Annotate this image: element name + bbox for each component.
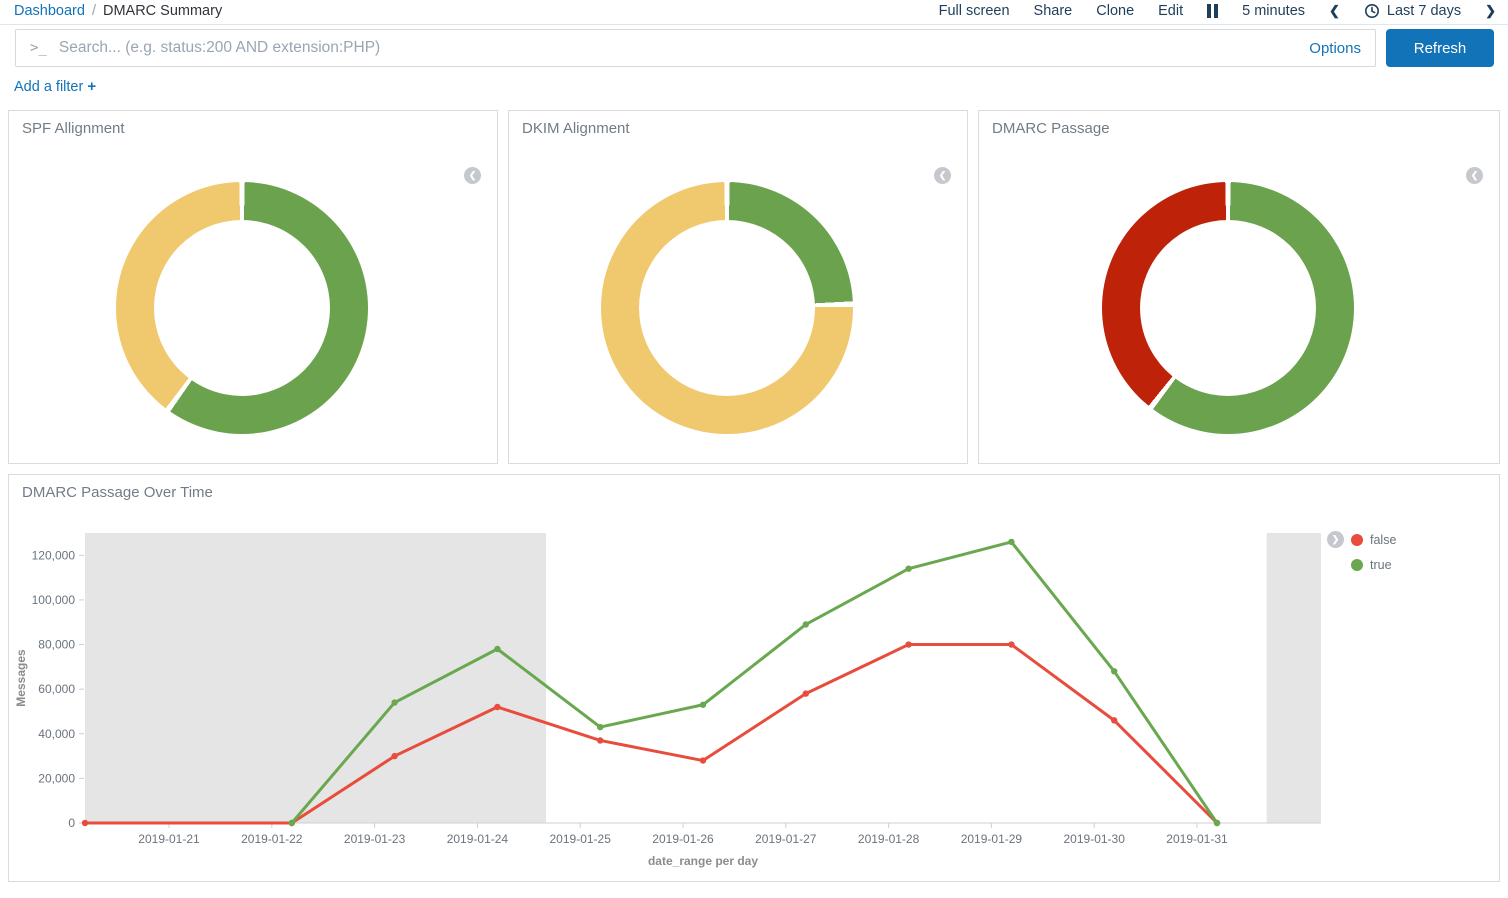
- donut-hole: [154, 220, 330, 396]
- legend-item-false[interactable]: false: [1370, 533, 1396, 547]
- donut-hole: [639, 220, 815, 396]
- time-back-chevron-icon[interactable]: ❮: [1329, 3, 1340, 19]
- svg-text:2019-01-22: 2019-01-22: [241, 832, 303, 846]
- clone-button[interactable]: Clone: [1096, 3, 1134, 19]
- add-filter-link[interactable]: Add a filter +: [14, 79, 96, 95]
- svg-text:date_range per day: date_range per day: [648, 854, 758, 868]
- console-prompt-icon: >_: [30, 40, 47, 56]
- spf-donut-chart[interactable]: [116, 182, 368, 434]
- legend-item-true[interactable]: true: [1370, 558, 1392, 572]
- refresh-interval-button[interactable]: 5 minutes: [1242, 3, 1305, 19]
- svg-text:2019-01-31: 2019-01-31: [1166, 832, 1228, 846]
- breadcrumb-dashboard-link[interactable]: Dashboard: [14, 3, 85, 19]
- time-range-label: Last 7 days: [1387, 3, 1461, 19]
- donut-hole: [1140, 220, 1316, 396]
- svg-text:60,000: 60,000: [38, 682, 75, 696]
- edit-button[interactable]: Edit: [1158, 3, 1183, 19]
- svg-text:2019-01-25: 2019-01-25: [550, 832, 612, 846]
- panel-title: DKIM Alignment: [522, 120, 630, 137]
- add-filter-label: Add a filter: [14, 79, 83, 95]
- clock-icon: [1364, 3, 1380, 19]
- nav-actions: Full screen Share Clone Edit 5 minutes ❮…: [939, 3, 1496, 19]
- panel-title: SPF Allignment: [22, 120, 125, 137]
- legend-expand-button[interactable]: ❯: [1327, 531, 1344, 548]
- donut-panels-row: SPF Allignment ❮ DKIM Alignment ❮ DMARC …: [8, 110, 1500, 464]
- filter-bar: Add a filter +: [0, 67, 1508, 108]
- line-chart-svg[interactable]: 0 20,000 40,000 60,000 80,000 100,000 120,000 2…: [9, 475, 1499, 881]
- dkim-donut-chart[interactable]: [601, 182, 853, 434]
- share-button[interactable]: Share: [1034, 3, 1073, 19]
- panel-spf-alignment: SPF Allignment ❮: [8, 110, 498, 464]
- svg-text:20,000: 20,000: [38, 771, 75, 785]
- search-box[interactable]: >_ Options: [15, 29, 1376, 67]
- svg-text:40,000: 40,000: [38, 727, 75, 741]
- svg-text:80,000: 80,000: [38, 638, 75, 652]
- pause-icon[interactable]: [1207, 4, 1218, 18]
- svg-text:Messages: Messages: [14, 649, 28, 707]
- legend-collapse-button[interactable]: ❮: [464, 167, 481, 184]
- query-bar: >_ Options Refresh: [15, 29, 1494, 67]
- panel-dmarc-passage: DMARC Passage ❮: [978, 110, 1500, 464]
- page-title: DMARC Summary: [103, 3, 222, 19]
- plus-icon: +: [87, 78, 96, 95]
- panel-dkim-alignment: DKIM Alignment ❮: [508, 110, 968, 464]
- svg-text:2019-01-23: 2019-01-23: [344, 832, 406, 846]
- svg-text:2019-01-21: 2019-01-21: [138, 832, 200, 846]
- time-range-picker[interactable]: Last 7 days: [1364, 3, 1461, 19]
- svg-text:2019-01-24: 2019-01-24: [447, 832, 509, 846]
- svg-text:2019-01-29: 2019-01-29: [961, 832, 1023, 846]
- line-chart-legend: ❯ false true: [1327, 531, 1396, 582]
- breadcrumb: Dashboard / DMARC Summary: [14, 3, 222, 19]
- options-link[interactable]: Options: [1309, 40, 1361, 57]
- legend-collapse-button[interactable]: ❮: [1466, 167, 1483, 184]
- svg-text:2019-01-28: 2019-01-28: [858, 832, 920, 846]
- legend-dot-true: [1351, 559, 1363, 571]
- svg-text:2019-01-26: 2019-01-26: [652, 832, 714, 846]
- svg-text:0: 0: [68, 816, 75, 830]
- legend-collapse-button[interactable]: ❮: [934, 167, 951, 184]
- top-nav-bar: Dashboard / DMARC Summary Full screen Sh…: [0, 0, 1508, 25]
- svg-text:2019-01-27: 2019-01-27: [755, 832, 817, 846]
- svg-text:100,000: 100,000: [32, 593, 76, 607]
- panel-title: DMARC Passage: [992, 120, 1110, 137]
- time-forward-chevron-icon[interactable]: ❯: [1485, 3, 1496, 19]
- dmarc-donut-chart[interactable]: [1102, 182, 1354, 434]
- full-screen-button[interactable]: Full screen: [939, 3, 1010, 19]
- legend-dot-false: [1351, 534, 1363, 546]
- refresh-button[interactable]: Refresh: [1386, 29, 1494, 67]
- breadcrumb-separator: /: [92, 3, 96, 19]
- panel-dmarc-over-time: DMARC Passage Over Time 0 20,000 40,000 60,…: [8, 474, 1500, 882]
- svg-text:120,000: 120,000: [32, 548, 76, 562]
- svg-text:2019-01-30: 2019-01-30: [1064, 832, 1126, 846]
- search-input[interactable]: [59, 39, 1309, 57]
- panel-title: DMARC Passage Over Time: [22, 484, 213, 501]
